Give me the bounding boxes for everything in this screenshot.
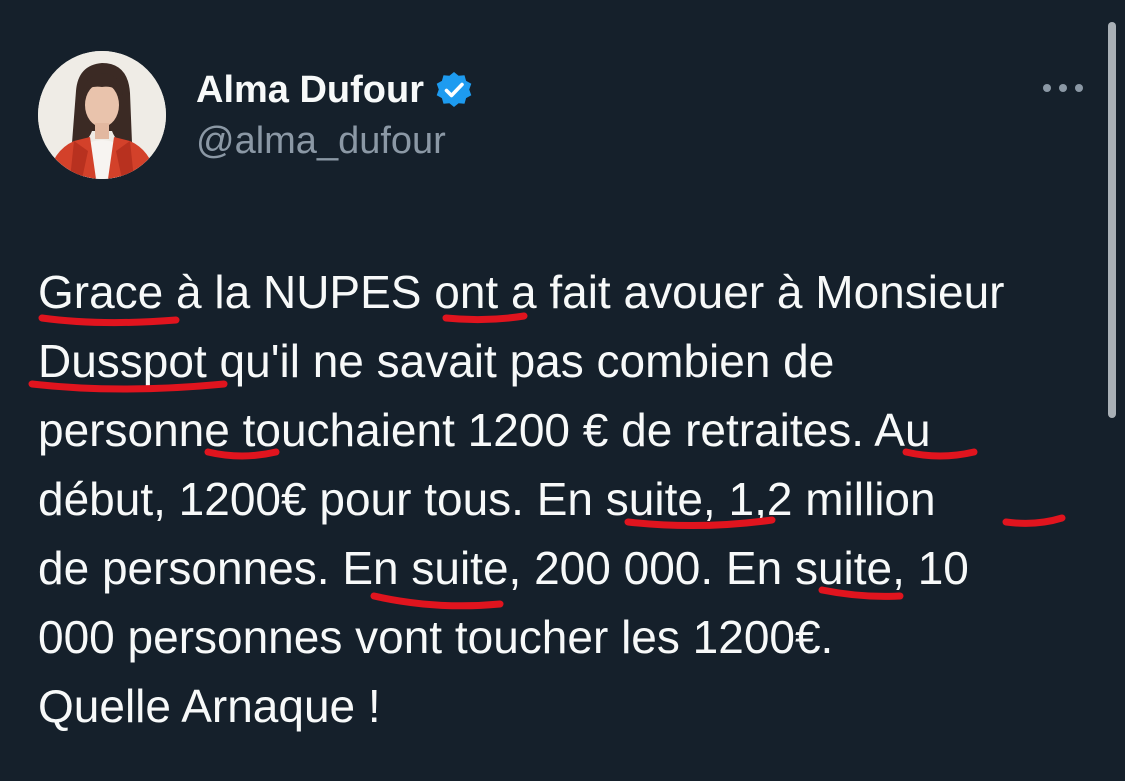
tweet-card: Alma Dufour @alma_dufour Grace à la NUPE… [0, 0, 1125, 781]
tweet-text-line: 000 personnes vont toucher les 1200€. [38, 611, 834, 663]
tweet-text: Grace à la NUPES ont a fait avouer à Mon… [38, 258, 1098, 741]
tweet-text-line: personne touchaient 1200 € de retraites.… [38, 404, 931, 456]
more-options-icon[interactable] [1040, 78, 1086, 98]
author-avatar[interactable] [38, 51, 166, 179]
tweet-text-line: début, 1200€ pour tous. En suite, 1,2 mi… [38, 473, 936, 525]
tweet-text-line: Grace à la NUPES ont a fait avouer à Mon… [38, 266, 1005, 318]
author-handle[interactable]: @alma_dufour [196, 120, 446, 163]
profile-photo [38, 51, 166, 179]
scrollbar-thumb[interactable] [1108, 22, 1116, 418]
author-display-name[interactable]: Alma Dufour [196, 69, 424, 112]
tweet-text-line: Quelle Arnaque ! [38, 680, 381, 732]
tweet-text-line: Dusspot qu'il ne savait pas combien de [38, 335, 835, 387]
author-name-row: Alma Dufour [196, 66, 474, 114]
tweet-text-line: de personnes. En suite, 200 000. En suit… [38, 542, 969, 594]
verified-badge-icon [434, 70, 474, 110]
